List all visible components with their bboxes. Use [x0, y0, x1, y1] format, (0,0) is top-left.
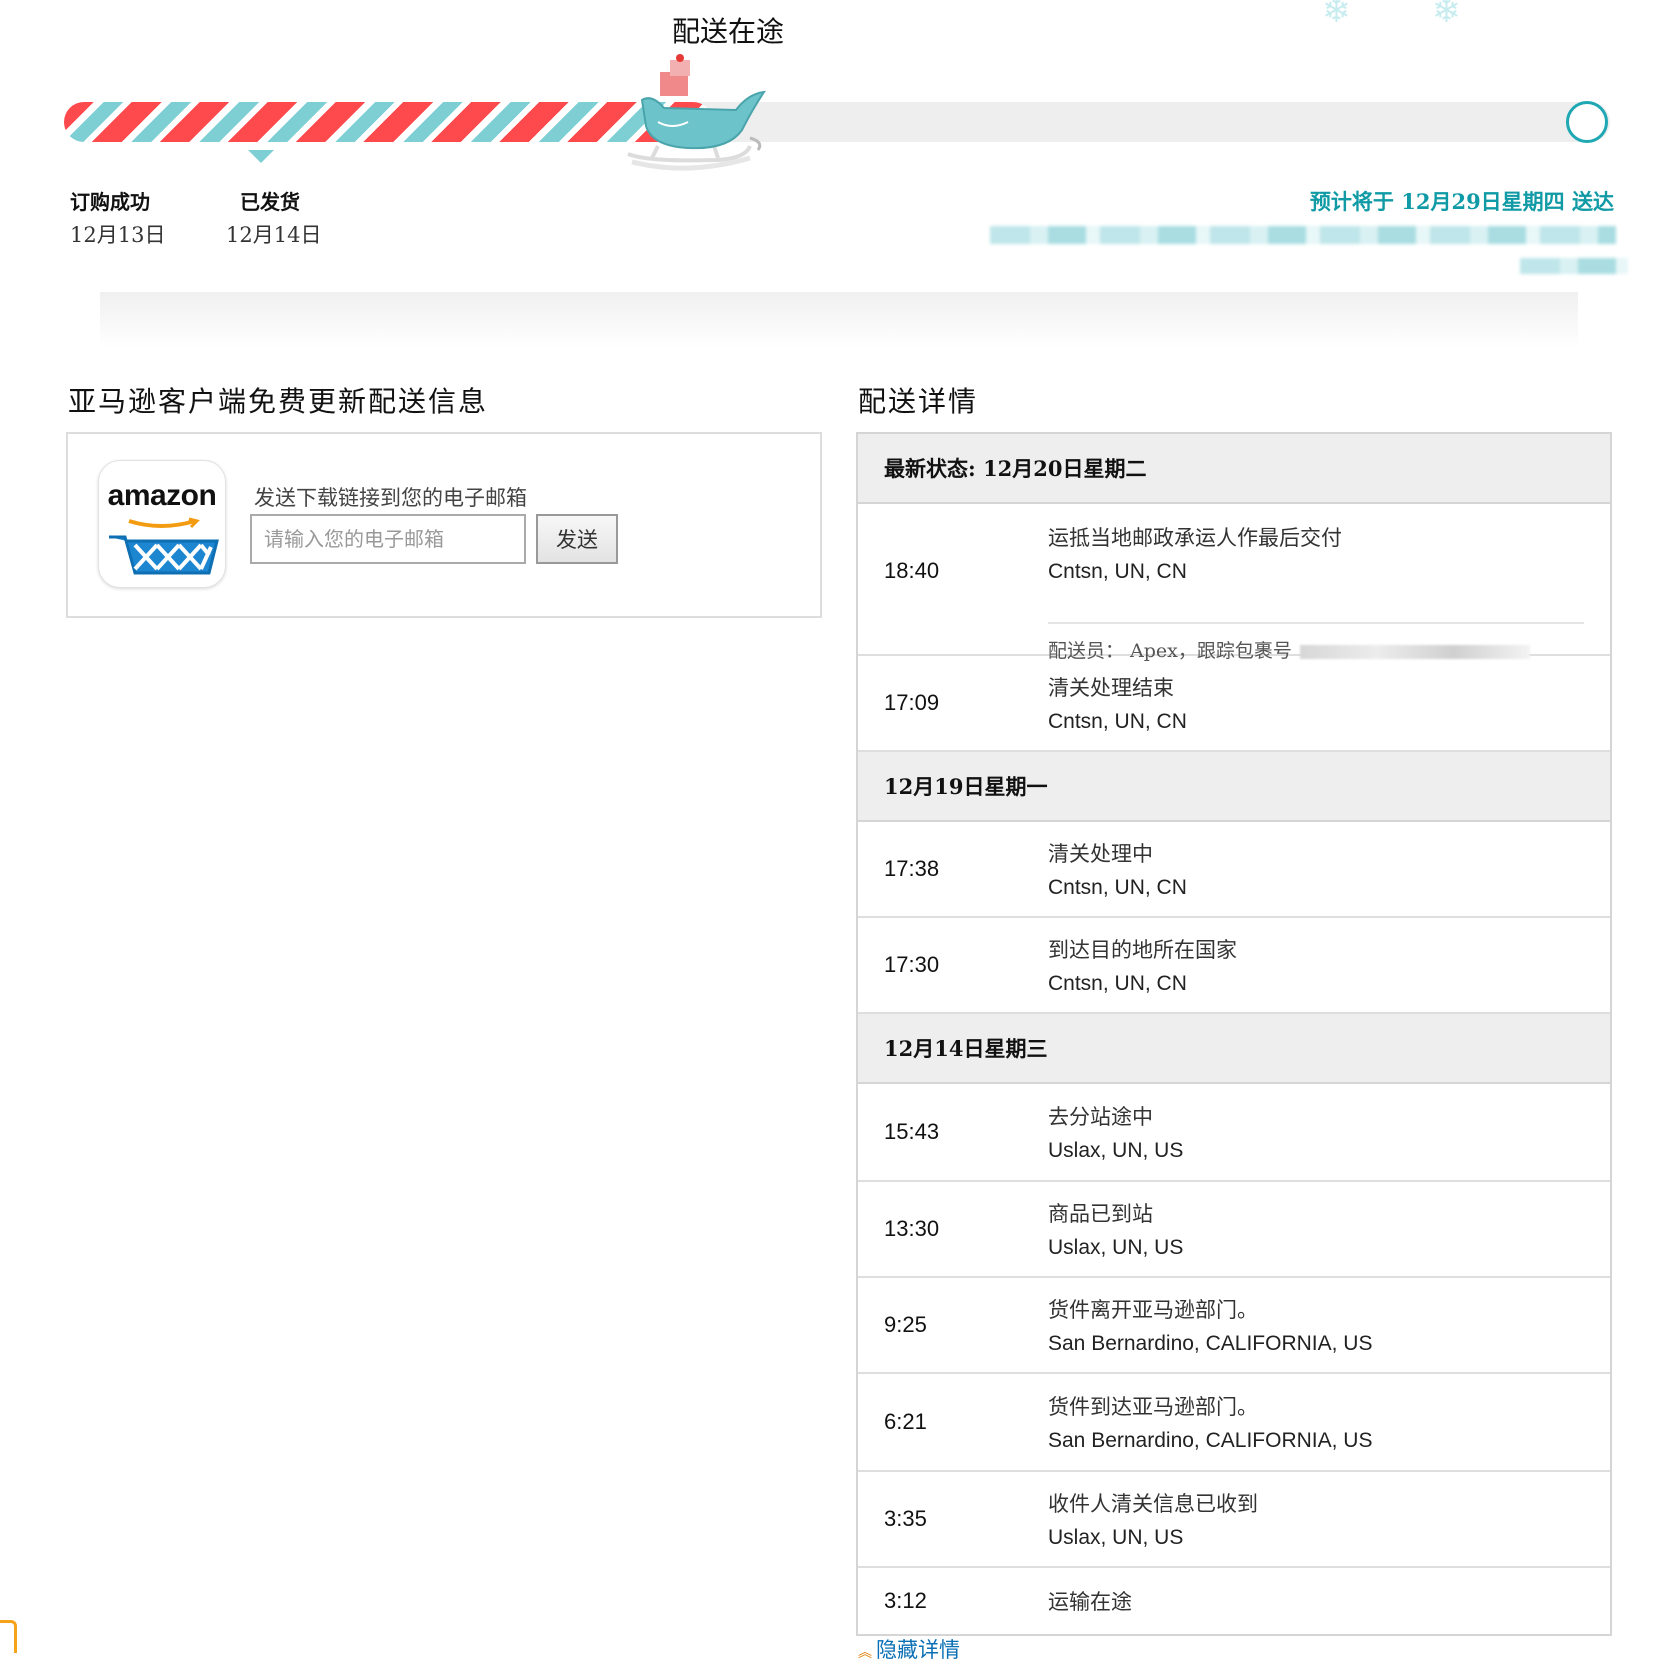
event-info: 货件到达亚马逊部门。 San Bernardino, CALIFORNIA, U…	[1048, 1374, 1372, 1470]
event-location: Uslax, UN, US	[1048, 1236, 1184, 1259]
tracking-event: 13:30 商品已到站 Uslax, UN, US	[858, 1182, 1610, 1278]
event-info: 清关处理结束 Cntsn, UN, CN	[1048, 656, 1187, 750]
event-location: Cntsn, UN, CN	[1048, 560, 1187, 583]
tracking-details-title: 配送详情	[858, 385, 979, 418]
delivery-endpoint-marker	[1566, 101, 1608, 143]
event-info: 收件人清关信息已收到 Uslax, UN, US	[1048, 1472, 1258, 1566]
snowflake-icon: ❄	[1432, 0, 1461, 30]
tracking-event: 15:43 去分站途中 Uslax, UN, US	[858, 1084, 1610, 1182]
milestone-date: 12月13日	[70, 223, 166, 247]
progress-track	[64, 102, 1610, 142]
event-time: 17:30	[884, 952, 940, 977]
event-time: 3:12	[884, 1588, 927, 1613]
event-location: Cntsn, UN, CN	[1048, 710, 1187, 733]
event-info: 商品已到站 Uslax, UN, US	[1048, 1182, 1183, 1276]
tracking-event: 17:09 清关处理结束 Cntsn, UN, CN	[858, 656, 1610, 752]
app-promo-box: amazon 发送下载链接到您的电子邮箱 发送	[66, 432, 822, 618]
milestone-shipped: 已发货 12月14日	[226, 186, 321, 249]
event-time: 9:25	[884, 1312, 927, 1337]
event-location: Cntsn, UN, CN	[1048, 876, 1187, 899]
event-info: 去分站途中 Uslax, UN, US	[1048, 1084, 1183, 1180]
tracking-event: 6:21 货件到达亚马逊部门。 San Bernardino, CALIFORN…	[858, 1374, 1610, 1472]
sleigh-icon	[627, 54, 767, 171]
event-location: San Bernardino, CALIFORNIA, US	[1048, 1332, 1373, 1355]
app-promo-title: 亚马逊客户端免费更新配送信息	[68, 385, 489, 418]
tracking-event: 3:12 运输在途	[858, 1568, 1610, 1634]
event-info: 到达目的地所在国家 Cntsn, UN, CN	[1048, 918, 1237, 1012]
event-description: 收件人清关信息已收到	[1048, 1492, 1258, 1516]
event-description: 商品已到站	[1048, 1202, 1153, 1226]
hide-details-link[interactable]: ︽ 隐藏详情	[858, 1634, 960, 1664]
event-info: 清关处理中 Cntsn, UN, CN	[1048, 822, 1187, 916]
tracking-event: 18:40 运抵当地邮政承运人作最后交付 Cntsn, UN, CN 配送员： …	[858, 504, 1610, 662]
event-time: 17:09	[884, 690, 940, 715]
tracking-event: 17:38 清关处理中 Cntsn, UN, CN	[858, 822, 1610, 918]
event-location: Cntsn, UN, CN	[1048, 972, 1187, 995]
event-time: 18:40	[884, 558, 940, 583]
event-time: 15:43	[884, 1119, 940, 1144]
milestone-ordered: 订购成功 12月13日	[70, 186, 165, 249]
tracking-event: 17:30 到达目的地所在国家 Cntsn, UN, CN	[858, 918, 1610, 1014]
day-header: 最新状态: 12月20日星期二	[858, 434, 1610, 504]
amazon-app-icon: amazon	[98, 460, 226, 588]
event-time: 13:30	[884, 1216, 940, 1241]
shipment-status-title: 配送在途	[672, 15, 785, 48]
event-time: 3:35	[884, 1506, 927, 1531]
header-divider	[100, 292, 1578, 348]
edge-widget	[0, 1620, 17, 1653]
progress-fill	[64, 102, 713, 142]
event-info: 运抵当地邮政承运人作最后交付 Cntsn, UN, CN	[1048, 522, 1342, 584]
event-description: 到达目的地所在国家	[1048, 938, 1237, 962]
event-description: 清关处理中	[1048, 842, 1153, 866]
event-time: 17:38	[884, 856, 940, 881]
email-download-label: 发送下载链接到您的电子邮箱	[254, 486, 527, 510]
shipped-pointer-icon	[248, 150, 274, 163]
event-description: 清关处理结束	[1048, 676, 1174, 700]
day-header: 12月14日星期三	[858, 1014, 1610, 1084]
send-button[interactable]: 发送	[536, 514, 618, 564]
event-description: 货件离开亚马逊部门。	[1048, 1298, 1258, 1322]
event-time: 6:21	[884, 1409, 927, 1434]
snowflake-icon: ❄	[1322, 0, 1351, 30]
chevron-up-icon: ︽	[858, 1645, 872, 1661]
event-description: 货件到达亚马逊部门。	[1048, 1395, 1258, 1419]
hide-details-label: 隐藏详情	[876, 1638, 960, 1662]
milestone-label: 订购成功	[70, 190, 150, 214]
event-description: 运抵当地邮政承运人作最后交付	[1048, 526, 1342, 550]
event-description: 去分站途中	[1048, 1105, 1153, 1129]
redacted-address	[1520, 258, 1628, 274]
event-location: San Bernardino, CALIFORNIA, US	[1048, 1429, 1373, 1452]
redacted-address	[990, 226, 1616, 244]
tracking-details-panel: 最新状态: 12月20日星期二 18:40 运抵当地邮政承运人作最后交付 Cnt…	[856, 432, 1612, 1636]
estimated-delivery: 预计将于 12月29日星期四 送达	[1309, 189, 1614, 214]
amazon-logo-text: amazon	[107, 479, 217, 512]
milestone-date: 12月14日	[226, 223, 322, 247]
event-info: 运输在途	[1048, 1568, 1132, 1634]
cart-icon	[109, 517, 219, 575]
tracking-event: 3:35 收件人清关信息已收到 Uslax, UN, US	[858, 1472, 1610, 1568]
email-input[interactable]	[250, 514, 526, 564]
event-location: Uslax, UN, US	[1048, 1139, 1184, 1162]
event-info: 货件离开亚马逊部门。 San Bernardino, CALIFORNIA, U…	[1048, 1278, 1372, 1372]
event-location: Uslax, UN, US	[1048, 1526, 1184, 1549]
milestone-label: 已发货	[240, 190, 300, 214]
day-header: 12月19日星期一	[858, 752, 1610, 822]
event-description: 运输在途	[1048, 1590, 1132, 1614]
tracking-event: 9:25 货件离开亚马逊部门。 San Bernardino, CALIFORN…	[858, 1278, 1610, 1374]
